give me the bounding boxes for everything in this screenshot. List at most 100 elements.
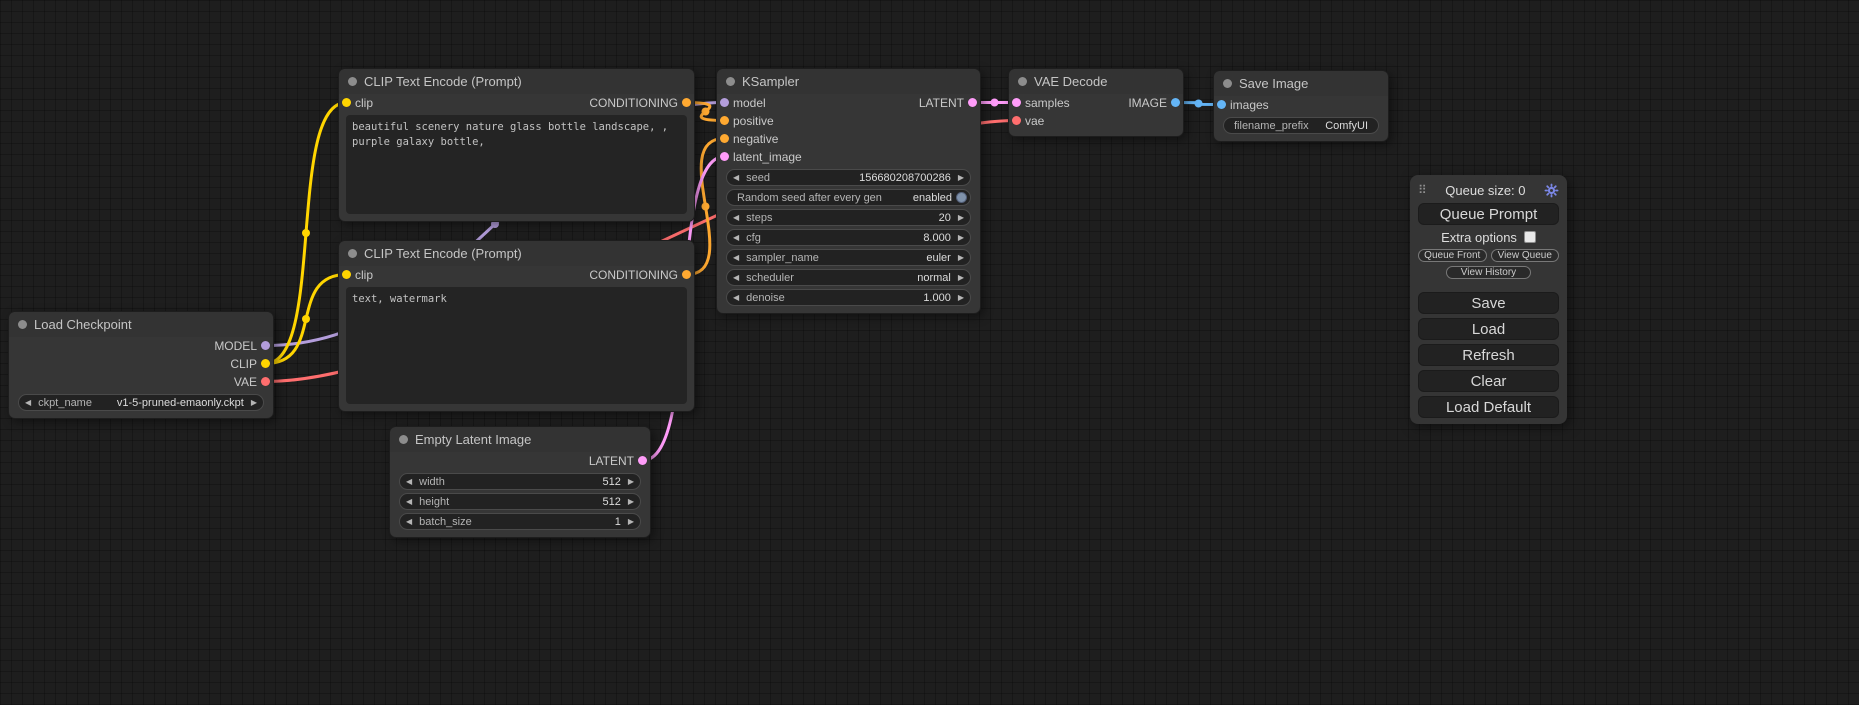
negative-input-port[interactable] [720, 134, 729, 143]
decrement-arrow-icon[interactable]: ◀ [733, 174, 739, 182]
node-header[interactable]: VAE Decode [1009, 69, 1183, 94]
decrement-arrow-icon[interactable]: ◀ [733, 214, 739, 222]
load-checkpoint-node[interactable]: Load Checkpoint MODEL CLIP VAE ◀ ckpt_na… [8, 311, 274, 419]
latent-output-port[interactable] [968, 98, 977, 107]
node-header[interactable]: Empty Latent Image [390, 427, 650, 452]
latent-output-port[interactable] [638, 456, 647, 465]
random-seed-toggle-widget[interactable]: Random seed after every gen enabled [726, 189, 971, 206]
node-header[interactable]: Save Image [1214, 71, 1388, 96]
output-label: CLIP [230, 357, 257, 371]
collapse-dot-icon[interactable] [348, 249, 357, 258]
denoise-widget[interactable]: ◀ denoise 1.000 ▶ [726, 289, 971, 306]
conditioning-output-port[interactable] [682, 270, 691, 279]
collapse-dot-icon[interactable] [348, 77, 357, 86]
vae-decode-node[interactable]: VAE Decode samples IMAGE vae [1008, 68, 1184, 137]
settings-gear-icon[interactable] [1544, 183, 1559, 198]
samples-input-port[interactable] [1012, 98, 1021, 107]
negative-prompt-textarea[interactable]: text, watermark [346, 287, 687, 404]
widget-label: denoise [746, 292, 785, 304]
decrement-arrow-icon[interactable]: ◀ [733, 294, 739, 302]
node-header[interactable]: Load Checkpoint [9, 312, 273, 337]
view-history-button[interactable]: View History [1446, 266, 1531, 279]
node-title: Save Image [1239, 76, 1308, 91]
decrement-arrow-icon[interactable]: ◀ [406, 478, 412, 486]
collapse-dot-icon[interactable] [399, 435, 408, 444]
widget-value: v1-5-pruned-emaonly.ckpt [117, 397, 244, 409]
increment-arrow-icon[interactable]: ▶ [958, 234, 964, 242]
sampler-name-widget[interactable]: ◀ sampler_name euler ▶ [726, 249, 971, 266]
cfg-widget[interactable]: ◀ cfg 8.000 ▶ [726, 229, 971, 246]
ksampler-node[interactable]: KSampler model LATENT positive negative … [716, 68, 981, 314]
positive-input-port[interactable] [720, 116, 729, 125]
collapse-dot-icon[interactable] [18, 320, 27, 329]
model-input-port[interactable] [720, 98, 729, 107]
increment-arrow-icon[interactable]: ▶ [958, 174, 964, 182]
increment-arrow-icon[interactable]: ▶ [628, 518, 634, 526]
width-widget[interactable]: ◀ width 512 ▶ [399, 473, 641, 490]
widget-value: normal [917, 272, 951, 284]
link-midpoint-dot [302, 315, 310, 323]
increment-arrow-icon[interactable]: ▶ [958, 214, 964, 222]
vae-input-port[interactable] [1012, 116, 1021, 125]
clip-input-port[interactable] [342, 270, 351, 279]
latent-image-input-port[interactable] [720, 152, 729, 161]
decrement-arrow-icon[interactable]: ◀ [406, 498, 412, 506]
view-queue-button[interactable]: View Queue [1491, 249, 1560, 262]
ckpt-name-widget[interactable]: ◀ ckpt_name v1-5-pruned-emaonly.ckpt ▶ [18, 394, 264, 411]
positive-prompt-textarea[interactable]: beautiful scenery nature glass bottle la… [346, 115, 687, 214]
seed-widget[interactable]: ◀ seed 156680208700286 ▶ [726, 169, 971, 186]
increment-arrow-icon[interactable]: ▶ [958, 294, 964, 302]
collapse-dot-icon[interactable] [1018, 77, 1027, 86]
node-header[interactable]: CLIP Text Encode (Prompt) [339, 241, 694, 266]
increment-arrow-icon[interactable]: ▶ [628, 498, 634, 506]
node-title: CLIP Text Encode (Prompt) [364, 246, 522, 261]
scheduler-widget[interactable]: ◀ scheduler normal ▶ [726, 269, 971, 286]
batch-size-widget[interactable]: ◀ batch_size 1 ▶ [399, 513, 641, 530]
queue-prompt-button[interactable]: Queue Prompt [1418, 203, 1559, 225]
decrement-arrow-icon[interactable]: ◀ [406, 518, 412, 526]
collapse-dot-icon[interactable] [726, 77, 735, 86]
save-image-node[interactable]: Save Image images filename_prefix ComfyU… [1213, 70, 1389, 142]
decrement-arrow-icon[interactable]: ◀ [733, 234, 739, 242]
link-midpoint-dot [702, 203, 710, 211]
refresh-button[interactable]: Refresh [1418, 344, 1559, 366]
clip-output-port[interactable] [261, 359, 270, 368]
decrement-arrow-icon[interactable]: ◀ [733, 254, 739, 262]
node-header[interactable]: CLIP Text Encode (Prompt) [339, 69, 694, 94]
conditioning-output-port[interactable] [682, 98, 691, 107]
increment-arrow-icon[interactable]: ▶ [628, 478, 634, 486]
widget-value: ComfyUI [1325, 120, 1368, 132]
model-output-port[interactable] [261, 341, 270, 350]
extra-options-checkbox[interactable] [1524, 231, 1536, 243]
widget-label: height [419, 496, 449, 508]
load-default-button[interactable]: Load Default [1418, 396, 1559, 418]
decrement-arrow-icon[interactable]: ◀ [733, 274, 739, 282]
save-button[interactable]: Save [1418, 292, 1559, 314]
increment-arrow-icon[interactable]: ▶ [958, 254, 964, 262]
height-widget[interactable]: ◀ height 512 ▶ [399, 493, 641, 510]
input-label: images [1230, 98, 1269, 112]
clear-button[interactable]: Clear [1418, 370, 1559, 392]
increment-arrow-icon[interactable]: ▶ [251, 399, 257, 407]
node-graph-canvas[interactable]: Load Checkpoint MODEL CLIP VAE ◀ ckpt_na… [0, 0, 1859, 705]
toggle-knob[interactable] [956, 192, 967, 203]
drag-handle-icon[interactable]: ⠿ [1418, 184, 1427, 196]
images-input-port[interactable] [1217, 100, 1226, 109]
widget-label: ckpt_name [38, 397, 92, 409]
clip-text-encode-negative-node[interactable]: CLIP Text Encode (Prompt) clip CONDITION… [338, 240, 695, 412]
empty-latent-image-node[interactable]: Empty Latent Image LATENT ◀ width 512 ▶ … [389, 426, 651, 538]
input-label: clip [355, 268, 373, 282]
clip-text-encode-positive-node[interactable]: CLIP Text Encode (Prompt) clip CONDITION… [338, 68, 695, 222]
collapse-dot-icon[interactable] [1223, 79, 1232, 88]
increment-arrow-icon[interactable]: ▶ [958, 274, 964, 282]
queue-front-button[interactable]: Queue Front [1418, 249, 1487, 262]
vae-output-port[interactable] [261, 377, 270, 386]
decrement-arrow-icon[interactable]: ◀ [25, 399, 31, 407]
filename-prefix-widget[interactable]: filename_prefix ComfyUI [1223, 117, 1379, 134]
input-label: model [733, 96, 766, 110]
node-header[interactable]: KSampler [717, 69, 980, 94]
load-button[interactable]: Load [1418, 318, 1559, 340]
steps-widget[interactable]: ◀ steps 20 ▶ [726, 209, 971, 226]
image-output-port[interactable] [1171, 98, 1180, 107]
clip-input-port[interactable] [342, 98, 351, 107]
